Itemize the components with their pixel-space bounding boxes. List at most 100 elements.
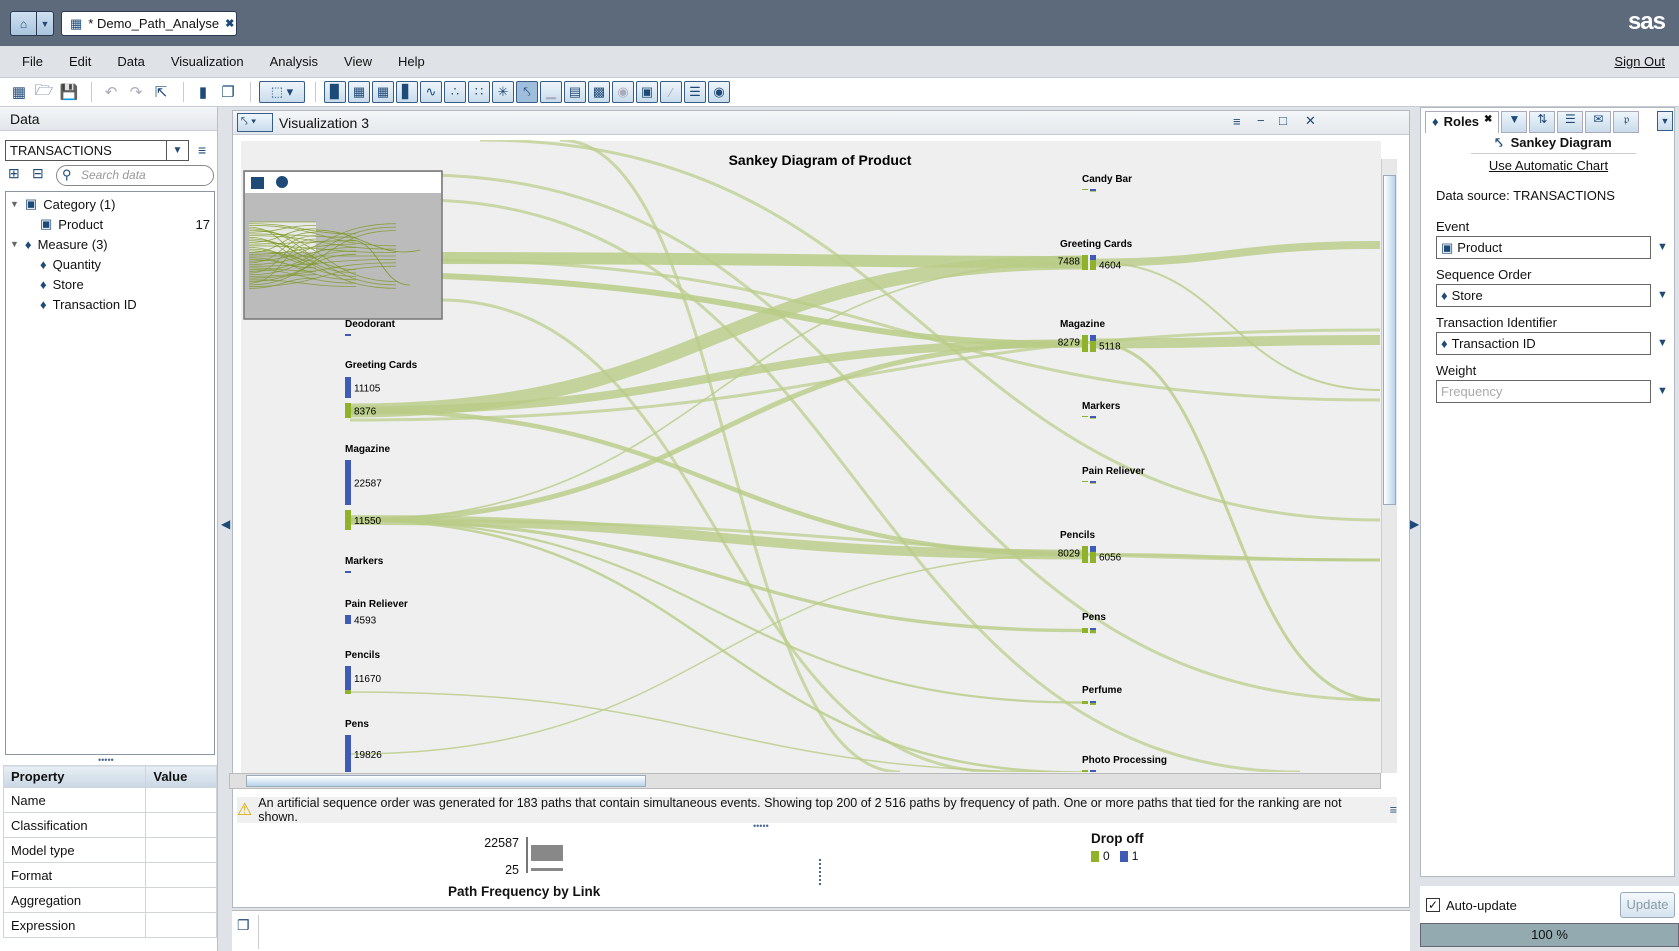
- redo-icon[interactable]: ↷: [125, 81, 147, 103]
- line-chart-icon[interactable]: ∿: [420, 81, 442, 103]
- sankey-type-icon[interactable]: ⤣ ▾: [237, 113, 273, 132]
- node-dropoff-bar[interactable]: [345, 377, 351, 398]
- options-icon[interactable]: ≡: [1233, 114, 1241, 129]
- histogram-icon[interactable]: ▁: [540, 81, 562, 103]
- menu-data[interactable]: Data: [117, 54, 144, 69]
- data-source-select[interactable]: TRANSACTIONS ▼: [5, 140, 189, 161]
- overview-fit-icon[interactable]: [251, 177, 264, 189]
- legend-divider[interactable]: [819, 859, 821, 885]
- sankey-link[interactable]: [479, 140, 1380, 522]
- node-continue-bar[interactable]: [1090, 551, 1096, 563]
- node-dropoff-bar[interactable]: [1090, 335, 1096, 341]
- close-icon[interactable]: ✕: [1305, 113, 1316, 129]
- overview-zoom-icon[interactable]: [276, 176, 288, 188]
- sankey-node[interactable]: Greeting Cards 7488 4604: [1058, 239, 1133, 272]
- sankey-node[interactable]: Pens: [1082, 612, 1106, 634]
- expand-icon[interactable]: ▼: [10, 199, 19, 209]
- chevron-down-icon[interactable]: ▼: [37, 12, 53, 35]
- tree-item-measure[interactable]: ▼ ♦ Measure (3): [10, 234, 108, 254]
- node-continue-bar[interactable]: [1090, 418, 1096, 419]
- node-continue-bar[interactable]: [1082, 701, 1088, 704]
- node-dropoff-bar[interactable]: [1090, 416, 1096, 418]
- sankey-node[interactable]: Markers: [345, 556, 384, 573]
- open-icon[interactable]: 🗁: [33, 81, 55, 103]
- tree-item-product[interactable]: ▣ Product 17: [40, 214, 210, 234]
- tree-item-store[interactable]: ♦ Store: [40, 274, 84, 294]
- sankey-link[interactable]: [350, 340, 1083, 523]
- sankey-node[interactable]: Photo Processing: [1082, 755, 1167, 772]
- role-transaction-identifier-field[interactable]: ♦ Transaction ID: [1436, 332, 1651, 355]
- node-continue-bar[interactable]: [1090, 630, 1096, 634]
- crosstab-icon[interactable]: ▦: [372, 81, 394, 103]
- node-continue-bar[interactable]: [1082, 189, 1088, 190]
- layered-pages-icon[interactable]: ❐: [237, 917, 250, 934]
- node-continue-bar[interactable]: [345, 690, 351, 694]
- node-continue-bar[interactable]: [1090, 483, 1096, 484]
- select-icon[interactable]: ⬚ ▾: [259, 81, 305, 103]
- undo-icon[interactable]: ↶: [100, 81, 122, 103]
- tree-item-transaction-id[interactable]: ♦ Transaction ID: [40, 294, 137, 314]
- correlation-matrix-icon[interactable]: ∕: [660, 81, 682, 103]
- tree-item-category[interactable]: ▼ ▣ Category (1): [10, 194, 115, 214]
- node-continue-bar[interactable]: [1090, 340, 1096, 352]
- vertical-scrollbar[interactable]: [1381, 159, 1397, 773]
- chevron-down-icon[interactable]: ▼: [1657, 385, 1668, 397]
- document-tab[interactable]: ▦ * Demo_Path_Analyse ✖: [61, 11, 237, 36]
- sign-out-link[interactable]: Sign Out: [1614, 54, 1665, 69]
- menu-file[interactable]: File: [22, 54, 43, 69]
- sankey-node[interactable]: Pain Reliever 4593: [345, 599, 408, 627]
- node-continue-bar[interactable]: [1082, 416, 1088, 417]
- node-continue-bar[interactable]: [1082, 770, 1088, 772]
- role-sequence-order-field[interactable]: ♦ Store: [1436, 284, 1651, 307]
- close-icon[interactable]: ✖: [225, 17, 234, 30]
- node-continue-bar[interactable]: [1090, 191, 1096, 192]
- sankey-node[interactable]: Magazine 8279 5118: [1058, 319, 1121, 353]
- menu-visualization[interactable]: Visualization: [171, 54, 244, 69]
- update-button[interactable]: Update: [1620, 892, 1675, 918]
- bubble-plot-icon[interactable]: ∷: [468, 81, 490, 103]
- menu-analysis[interactable]: Analysis: [270, 54, 318, 69]
- node-continue-bar[interactable]: [1082, 255, 1088, 270]
- decision-tree-icon[interactable]: ☰: [684, 81, 706, 103]
- layered-icon[interactable]: ❐: [217, 81, 239, 103]
- minimize-icon[interactable]: −: [1257, 113, 1265, 128]
- node-dropoff-bar[interactable]: [345, 571, 351, 573]
- node-dropoff-bar[interactable]: [345, 615, 351, 624]
- tab-comments[interactable]: ✉: [1585, 111, 1612, 133]
- sankey-link[interactable]: [1095, 335, 1380, 349]
- right-splitter[interactable]: ▶: [1410, 107, 1420, 951]
- sankey-link[interactable]: [439, 298, 1001, 772]
- sankey-node[interactable]: Pencils 8029 6056: [1058, 530, 1122, 564]
- node-dropoff-bar[interactable]: [1090, 189, 1096, 191]
- search-input[interactable]: Search data: [56, 165, 214, 186]
- node-continue-bar[interactable]: [345, 510, 351, 530]
- box-plot-icon[interactable]: ▤: [564, 81, 586, 103]
- node-continue-bar[interactable]: [1082, 628, 1088, 633]
- sankey-node[interactable]: Deodorant: [345, 319, 396, 336]
- tree-item-quantity[interactable]: ♦ Quantity: [40, 254, 101, 274]
- node-dropoff-bar[interactable]: [1090, 481, 1096, 483]
- sankey-node[interactable]: Candy Bar: [1082, 174, 1132, 192]
- sankey-node[interactable]: Pain Reliever: [1082, 466, 1145, 484]
- role-weight-field[interactable]: Frequency: [1436, 380, 1651, 403]
- node-dropoff-bar[interactable]: [1090, 546, 1096, 552]
- sankey-link[interactable]: [350, 553, 1083, 755]
- bar-chart-icon[interactable]: ▋: [396, 81, 418, 103]
- node-continue-bar[interactable]: [1082, 481, 1088, 482]
- node-dropoff-bar[interactable]: [345, 334, 351, 336]
- left-splitter[interactable]: ◀: [218, 107, 232, 951]
- node-continue-bar[interactable]: [1082, 335, 1088, 352]
- home-button[interactable]: ⌂ ▼: [10, 11, 54, 36]
- bar-line-chart-icon[interactable]: ▉: [324, 81, 346, 103]
- sankey-node[interactable]: Pens 19826: [345, 719, 382, 772]
- word-cloud-icon[interactable]: ◉: [708, 81, 730, 103]
- heat-map-icon[interactable]: ▩: [588, 81, 610, 103]
- expand-all-icon[interactable]: ⊞: [8, 165, 20, 182]
- sankey-link[interactable]: [350, 691, 1083, 772]
- collapse-left-icon[interactable]: ◀: [221, 517, 230, 531]
- sankey-link[interactable]: [559, 140, 901, 772]
- table-icon[interactable]: ▦: [348, 81, 370, 103]
- treemap-icon[interactable]: ▣: [636, 81, 658, 103]
- chevron-down-icon[interactable]: ▼: [1657, 289, 1668, 301]
- tab-roles[interactable]: ♦ Roles ✖: [1425, 111, 1500, 133]
